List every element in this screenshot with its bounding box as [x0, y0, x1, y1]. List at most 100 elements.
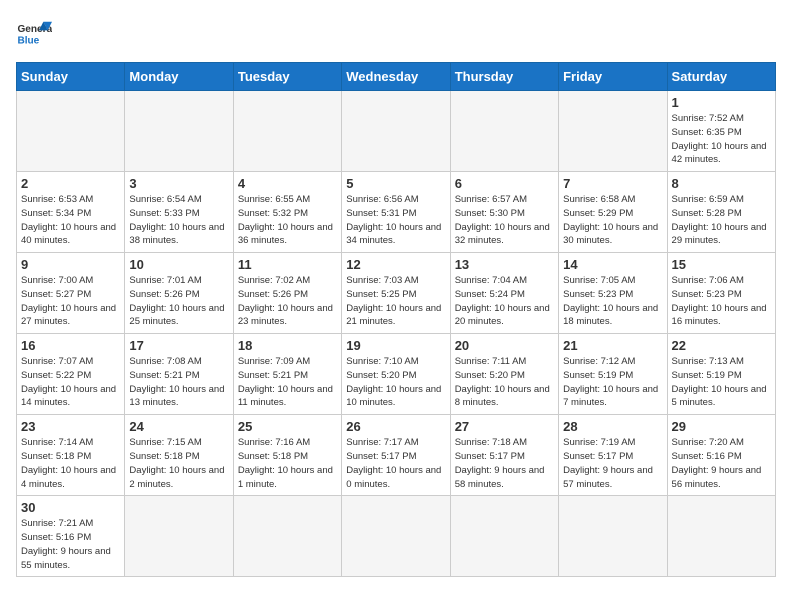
calendar-day-cell — [342, 496, 450, 577]
day-number: 8 — [672, 176, 771, 191]
day-number: 5 — [346, 176, 445, 191]
day-info: Sunrise: 7:13 AM Sunset: 5:19 PM Dayligh… — [672, 355, 771, 410]
day-info: Sunrise: 7:07 AM Sunset: 5:22 PM Dayligh… — [21, 355, 120, 410]
day-info: Sunrise: 6:56 AM Sunset: 5:31 PM Dayligh… — [346, 193, 445, 248]
calendar-day-cell: 8 Sunrise: 6:59 AM Sunset: 5:28 PM Daylig… — [667, 172, 775, 253]
weekday-header-monday: Monday — [125, 63, 233, 91]
day-number: 22 — [672, 338, 771, 353]
day-info: Sunrise: 6:57 AM Sunset: 5:30 PM Dayligh… — [455, 193, 554, 248]
day-number: 23 — [21, 419, 120, 434]
day-number: 2 — [21, 176, 120, 191]
calendar-day-cell: 16 Sunrise: 7:07 AM Sunset: 5:22 PM Dayli… — [17, 334, 125, 415]
day-number: 20 — [455, 338, 554, 353]
day-info: Sunrise: 7:21 AM Sunset: 5:16 PM Dayligh… — [21, 517, 120, 572]
calendar-day-cell: 9Sunrise: 7:00 AM Sunset: 5:27 PM Daylig… — [17, 253, 125, 334]
day-info: Sunrise: 6:54 AM Sunset: 5:33 PM Dayligh… — [129, 193, 228, 248]
calendar-week-row: 2Sunrise: 6:53 AM Sunset: 5:34 PM Daylig… — [17, 172, 776, 253]
calendar-day-cell — [559, 496, 667, 577]
calendar-day-cell: 11Sunrise: 7:02 AM Sunset: 5:26 PM Dayli… — [233, 253, 341, 334]
calendar-day-cell: 10 Sunrise: 7:01 AM Sunset: 5:26 PM Dayli… — [125, 253, 233, 334]
day-info: Sunrise: 6:58 AM Sunset: 5:29 PM Dayligh… — [563, 193, 662, 248]
calendar-day-cell: 25 Sunrise: 7:16 AM Sunset: 5:18 PM Dayli… — [233, 415, 341, 496]
calendar-day-cell: 19Sunrise: 7:10 AM Sunset: 5:20 PM Dayli… — [342, 334, 450, 415]
logo-icon: General Blue — [16, 16, 52, 52]
day-number: 14 — [563, 257, 662, 272]
day-info: Sunrise: 7:08 AM Sunset: 5:21 PM Dayligh… — [129, 355, 228, 410]
day-info: Sunrise: 7:52 AM Sunset: 6:35 PM Dayligh… — [672, 112, 771, 167]
calendar-week-row: 16 Sunrise: 7:07 AM Sunset: 5:22 PM Dayli… — [17, 334, 776, 415]
day-info: Sunrise: 6:55 AM Sunset: 5:32 PM Dayligh… — [238, 193, 337, 248]
calendar-day-cell: 1 Sunrise: 7:52 AM Sunset: 6:35 PM Daylig… — [667, 91, 775, 172]
calendar-day-cell: 4 Sunrise: 6:55 AM Sunset: 5:32 PM Daylig… — [233, 172, 341, 253]
day-number: 12 — [346, 257, 445, 272]
calendar-table: SundayMondayTuesdayWednesdayThursdayFrid… — [16, 62, 776, 577]
calendar-day-cell: 29Sunrise: 7:20 AM Sunset: 5:16 PM Dayli… — [667, 415, 775, 496]
day-number: 15 — [672, 257, 771, 272]
weekday-header-wednesday: Wednesday — [342, 63, 450, 91]
day-info: Sunrise: 7:12 AM Sunset: 5:19 PM Dayligh… — [563, 355, 662, 410]
day-info: Sunrise: 7:20 AM Sunset: 5:16 PM Dayligh… — [672, 436, 771, 491]
weekday-header-tuesday: Tuesday — [233, 63, 341, 91]
day-number: 24 — [129, 419, 228, 434]
calendar-week-row: 9Sunrise: 7:00 AM Sunset: 5:27 PM Daylig… — [17, 253, 776, 334]
day-info: Sunrise: 6:59 AM Sunset: 5:28 PM Dayligh… — [672, 193, 771, 248]
calendar-week-row: 23 Sunrise: 7:14 AM Sunset: 5:18 PM Dayli… — [17, 415, 776, 496]
day-info: Sunrise: 7:01 AM Sunset: 5:26 PM Dayligh… — [129, 274, 228, 329]
day-info: Sunrise: 7:00 AM Sunset: 5:27 PM Dayligh… — [21, 274, 120, 329]
calendar-day-cell: 30Sunrise: 7:21 AM Sunset: 5:16 PM Dayli… — [17, 496, 125, 577]
calendar-day-cell — [233, 496, 341, 577]
day-number: 18 — [238, 338, 337, 353]
page-header: General Blue — [16, 16, 776, 52]
day-number: 21 — [563, 338, 662, 353]
calendar-day-cell: 27Sunrise: 7:18 AM Sunset: 5:17 PM Dayli… — [450, 415, 558, 496]
day-info: Sunrise: 7:06 AM Sunset: 5:23 PM Dayligh… — [672, 274, 771, 329]
calendar-day-cell — [559, 91, 667, 172]
calendar-day-cell: 3 Sunrise: 6:54 AM Sunset: 5:33 PM Daylig… — [125, 172, 233, 253]
day-number: 26 — [346, 419, 445, 434]
day-number: 4 — [238, 176, 337, 191]
calendar-day-cell: 18Sunrise: 7:09 AM Sunset: 5:21 PM Dayli… — [233, 334, 341, 415]
calendar-day-cell — [450, 496, 558, 577]
weekday-header-friday: Friday — [559, 63, 667, 91]
svg-text:Blue: Blue — [17, 35, 39, 46]
calendar-day-cell: 6 Sunrise: 6:57 AM Sunset: 5:30 PM Daylig… — [450, 172, 558, 253]
logo: General Blue — [16, 16, 52, 52]
weekday-header-thursday: Thursday — [450, 63, 558, 91]
day-number: 3 — [129, 176, 228, 191]
calendar-day-cell: 5 Sunrise: 6:56 AM Sunset: 5:31 PM Daylig… — [342, 172, 450, 253]
day-info: Sunrise: 7:14 AM Sunset: 5:18 PM Dayligh… — [21, 436, 120, 491]
day-info: Sunrise: 7:17 AM Sunset: 5:17 PM Dayligh… — [346, 436, 445, 491]
day-number: 1 — [672, 95, 771, 110]
calendar-day-cell: 14Sunrise: 7:05 AM Sunset: 5:23 PM Dayli… — [559, 253, 667, 334]
day-number: 6 — [455, 176, 554, 191]
calendar-day-cell: 2Sunrise: 6:53 AM Sunset: 5:34 PM Daylig… — [17, 172, 125, 253]
day-number: 13 — [455, 257, 554, 272]
day-number: 7 — [563, 176, 662, 191]
weekday-header-saturday: Saturday — [667, 63, 775, 91]
day-info: Sunrise: 7:16 AM Sunset: 5:18 PM Dayligh… — [238, 436, 337, 491]
calendar-day-cell: 28 Sunrise: 7:19 AM Sunset: 5:17 PM Dayli… — [559, 415, 667, 496]
calendar-day-cell: 23 Sunrise: 7:14 AM Sunset: 5:18 PM Dayli… — [17, 415, 125, 496]
calendar-day-cell — [17, 91, 125, 172]
calendar-day-cell — [125, 496, 233, 577]
calendar-day-cell: 15 Sunrise: 7:06 AM Sunset: 5:23 PM Dayli… — [667, 253, 775, 334]
day-info: Sunrise: 7:19 AM Sunset: 5:17 PM Dayligh… — [563, 436, 662, 491]
calendar-day-cell — [342, 91, 450, 172]
calendar-day-cell — [450, 91, 558, 172]
day-info: Sunrise: 7:15 AM Sunset: 5:18 PM Dayligh… — [129, 436, 228, 491]
calendar-day-cell — [233, 91, 341, 172]
day-number: 10 — [129, 257, 228, 272]
calendar-day-cell: 12 Sunrise: 7:03 AM Sunset: 5:25 PM Dayli… — [342, 253, 450, 334]
calendar-week-row: 1 Sunrise: 7:52 AM Sunset: 6:35 PM Daylig… — [17, 91, 776, 172]
day-number: 19 — [346, 338, 445, 353]
day-number: 28 — [563, 419, 662, 434]
day-number: 16 — [21, 338, 120, 353]
calendar-day-cell: 26 Sunrise: 7:17 AM Sunset: 5:17 PM Dayli… — [342, 415, 450, 496]
day-info: Sunrise: 7:04 AM Sunset: 5:24 PM Dayligh… — [455, 274, 554, 329]
weekday-header-sunday: Sunday — [17, 63, 125, 91]
day-info: Sunrise: 7:02 AM Sunset: 5:26 PM Dayligh… — [238, 274, 337, 329]
calendar-day-cell — [667, 496, 775, 577]
calendar-day-cell: 17Sunrise: 7:08 AM Sunset: 5:21 PM Dayli… — [125, 334, 233, 415]
day-info: Sunrise: 7:03 AM Sunset: 5:25 PM Dayligh… — [346, 274, 445, 329]
day-number: 25 — [238, 419, 337, 434]
